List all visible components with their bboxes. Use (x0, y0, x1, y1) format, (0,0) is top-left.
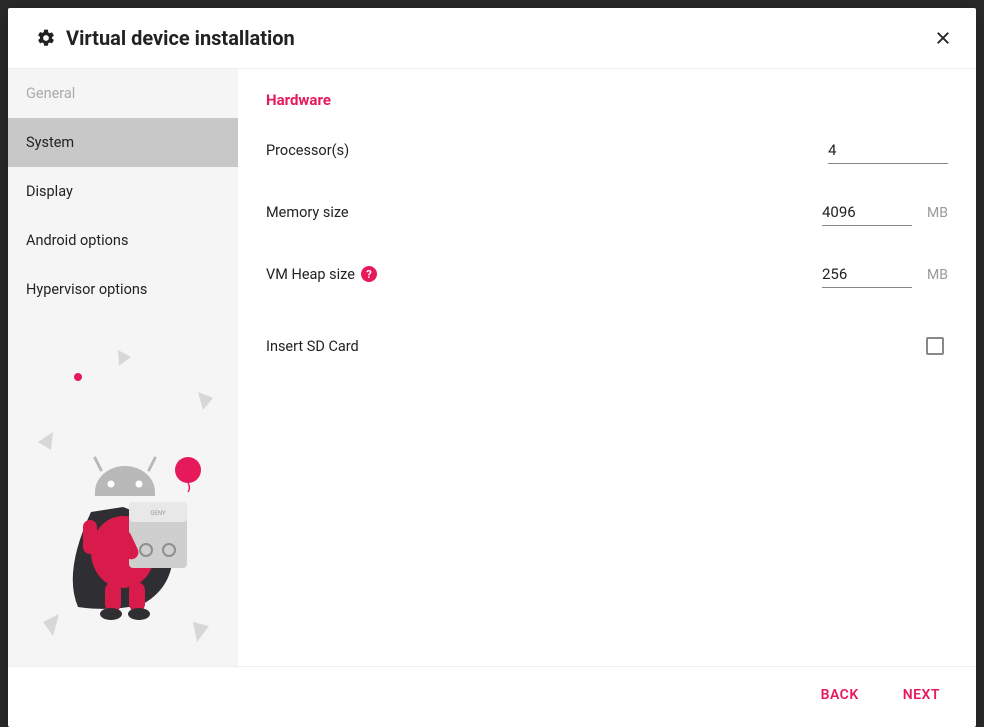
main-panel: Hardware Processor(s) Memory size MB VM … (238, 69, 976, 666)
row-memory: Memory size MB (266, 181, 948, 243)
sidebar-item-android-options[interactable]: Android options (8, 216, 238, 265)
svg-text:GENY: GENY (150, 510, 166, 517)
sidebar-item-label: Display (26, 183, 73, 200)
dialog-body: General System Display Android options H… (8, 69, 976, 666)
processors-input[interactable] (828, 137, 948, 164)
help-icon[interactable]: ? (361, 266, 377, 282)
processors-label: Processor(s) (266, 142, 349, 159)
close-icon[interactable] (934, 29, 952, 47)
sidebar-item-label: System (26, 134, 74, 151)
vm-heap-label-text: VM Heap size (266, 266, 355, 283)
vm-heap-input[interactable] (822, 261, 912, 288)
next-button[interactable]: NEXT (895, 681, 948, 709)
sidebar-illustration: GENY (8, 332, 238, 666)
back-button[interactable]: BACK (813, 681, 867, 709)
row-vm-heap: VM Heap size ? MB (266, 243, 948, 305)
sdcard-label: Insert SD Card (266, 338, 359, 355)
memory-label: Memory size (266, 204, 349, 221)
dialog-footer: BACK NEXT (8, 666, 976, 727)
vm-heap-unit: MB (918, 267, 948, 283)
virtual-device-installation-dialog: Virtual device installation General Syst… (8, 8, 976, 727)
row-sdcard: Insert SD Card (266, 315, 948, 377)
section-title-hardware: Hardware (266, 91, 948, 109)
gear-icon (36, 28, 56, 48)
vm-heap-label: VM Heap size ? (266, 266, 377, 283)
dialog-title: Virtual device installation (66, 26, 934, 50)
dialog-header: Virtual device installation (8, 8, 976, 69)
sidebar-item-general[interactable]: General (8, 69, 238, 118)
sidebar-item-hypervisor-options[interactable]: Hypervisor options (8, 265, 238, 314)
sidebar-item-label: General (26, 85, 75, 102)
sdcard-checkbox[interactable] (926, 337, 944, 355)
memory-input[interactable] (822, 199, 912, 226)
sidebar-item-display[interactable]: Display (8, 167, 238, 216)
sidebar: General System Display Android options H… (8, 69, 238, 666)
sidebar-item-system[interactable]: System (8, 118, 238, 167)
memory-unit: MB (918, 205, 948, 221)
sidebar-item-label: Hypervisor options (26, 281, 147, 298)
sidebar-item-label: Android options (26, 232, 128, 249)
row-processors: Processor(s) (266, 119, 948, 181)
